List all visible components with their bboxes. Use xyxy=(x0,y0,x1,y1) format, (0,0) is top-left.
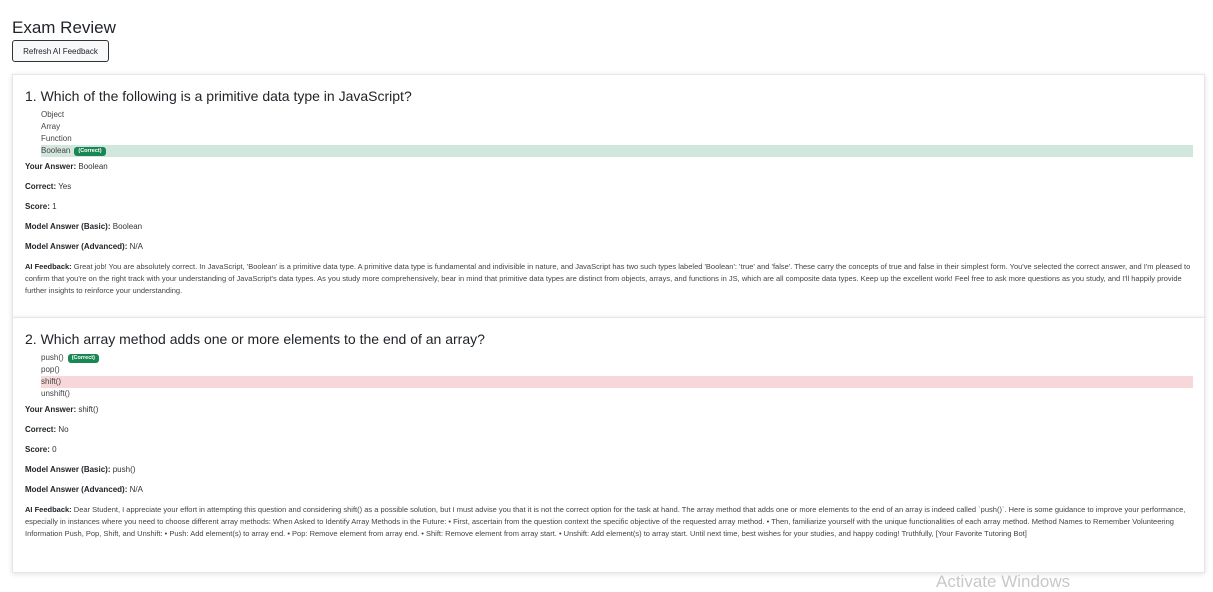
question-card-2: 2. Which array method adds one or more e… xyxy=(12,317,1205,573)
option-item-selected: Boolean (Correct) xyxy=(41,145,1193,157)
option-item: Object xyxy=(41,109,1193,121)
score-field: Score: 1 xyxy=(25,201,57,213)
option-item-selected: shift() xyxy=(41,376,1193,388)
field-value: N/A xyxy=(129,485,143,494)
option-list: push() (Correct) pop() shift() unshift() xyxy=(41,352,1193,400)
model-answer-basic-field: Model Answer (Basic): push() xyxy=(25,464,135,476)
option-list: Object Array Function Boolean (Correct) xyxy=(41,109,1193,157)
option-label: Object xyxy=(41,110,65,119)
option-label: Function xyxy=(41,134,72,143)
question-title: 1. Which of the following is a primitive… xyxy=(25,88,412,104)
field-value: N/A xyxy=(129,242,143,251)
feedback-label: AI Feedback: xyxy=(25,505,72,514)
field-label: Your Answer: xyxy=(25,162,77,171)
page-title: Exam Review xyxy=(12,18,116,37)
correct-field: Correct: Yes xyxy=(25,181,71,193)
field-label: Model Answer (Basic): xyxy=(25,465,111,474)
option-item-correct: push() (Correct) xyxy=(41,352,1193,364)
field-value: Yes xyxy=(58,182,72,191)
activate-windows-watermark: Activate Windows xyxy=(936,572,1071,591)
field-value: push() xyxy=(112,465,136,474)
option-label: Array xyxy=(41,122,61,131)
field-label: Model Answer (Advanced): xyxy=(25,242,128,251)
correct-badge: (Correct) xyxy=(67,354,99,363)
your-answer-field: Your Answer: Boolean xyxy=(25,161,108,173)
score-field: Score: 0 xyxy=(25,444,57,456)
option-label: push() xyxy=(41,353,64,362)
correct-badge: (Correct) xyxy=(74,147,106,156)
field-value: 1 xyxy=(52,202,57,211)
field-label: Score: xyxy=(25,445,50,454)
refresh-ai-feedback-button[interactable]: Refresh AI Feedback xyxy=(12,40,109,62)
field-value: Boolean xyxy=(112,222,143,231)
model-answer-advanced-field: Model Answer (Advanced): N/A xyxy=(25,484,143,496)
ai-feedback: AI Feedback: Dear Student, I appreciate … xyxy=(25,504,1193,540)
option-item: unshift() xyxy=(41,388,1193,400)
field-label: Correct: xyxy=(25,425,57,434)
field-label: Model Answer (Advanced): xyxy=(25,485,128,494)
option-item: pop() xyxy=(41,364,1193,376)
option-item: Array xyxy=(41,121,1193,133)
option-label: pop() xyxy=(41,365,60,374)
feedback-text: Dear Student, I appreciate your effort i… xyxy=(25,505,1186,538)
feedback-label: AI Feedback: xyxy=(25,262,72,271)
field-value: No xyxy=(58,425,69,434)
question-card-1: 1. Which of the following is a primitive… xyxy=(12,74,1205,318)
field-value: 0 xyxy=(52,445,57,454)
option-label: Boolean xyxy=(41,146,71,155)
field-value: Boolean xyxy=(78,162,108,171)
model-answer-basic-field: Model Answer (Basic): Boolean xyxy=(25,221,142,233)
field-label: Score: xyxy=(25,202,50,211)
option-item: Function xyxy=(41,133,1193,145)
feedback-text: Great job! You are absolutely correct. I… xyxy=(25,262,1191,295)
your-answer-field: Your Answer: shift() xyxy=(25,404,98,416)
correct-field: Correct: No xyxy=(25,424,69,436)
question-title: 2. Which array method adds one or more e… xyxy=(25,331,485,347)
field-label: Correct: xyxy=(25,182,57,191)
option-label: unshift() xyxy=(41,389,70,398)
field-label: Your Answer: xyxy=(25,405,77,414)
ai-feedback: AI Feedback: Great job! You are absolute… xyxy=(25,261,1193,297)
field-value: shift() xyxy=(78,405,99,414)
field-label: Model Answer (Basic): xyxy=(25,222,111,231)
option-label: shift() xyxy=(41,377,61,386)
model-answer-advanced-field: Model Answer (Advanced): N/A xyxy=(25,241,143,253)
